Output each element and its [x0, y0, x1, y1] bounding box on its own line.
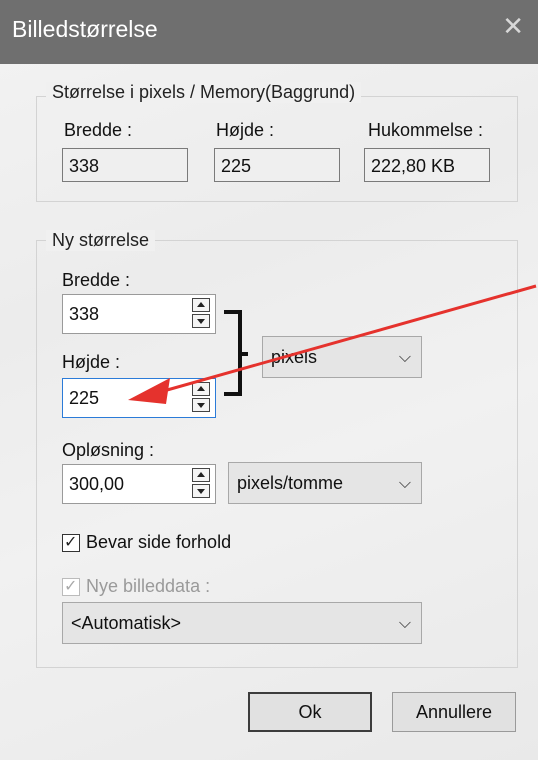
resample-select[interactable]: <Automatisk> ⌵ [62, 602, 422, 644]
keep-aspect-checkbox[interactable]: ✓ [62, 532, 80, 552]
memory-label: Hukommelse : [368, 120, 484, 140]
new-size-legend: Ny størrelse [46, 230, 156, 251]
keep-aspect-label[interactable]: Bevar side forhold [86, 532, 231, 553]
spin-up-icon[interactable] [192, 298, 210, 312]
resolution-unit-select[interactable]: pixels/tomme ⌵ [228, 462, 422, 504]
size-unit-value: pixels [271, 347, 318, 367]
spin-up-icon[interactable] [192, 382, 210, 396]
bracket-nub [238, 352, 248, 356]
resolution-stepper[interactable] [192, 468, 212, 500]
chevron-down-icon: ⌵ [398, 613, 411, 632]
new-image-data-label: Nye billeddata : [86, 576, 211, 596]
current-width-field: 338 [62, 148, 188, 182]
spin-up-icon[interactable] [192, 468, 210, 482]
title-bar: Billedstørrelse ✕ [0, 0, 538, 64]
resolution-label: Opløsning : [62, 440, 155, 460]
memory-field: 222,80 KB [364, 148, 490, 182]
checkmark-icon: ✓ [64, 532, 78, 551]
spin-down-icon[interactable] [192, 314, 210, 328]
new-height-label: Højde : [62, 352, 121, 372]
current-width-label: Bredde : [64, 120, 133, 140]
current-height-label: Højde : [216, 120, 275, 140]
size-memory-legend: Størrelse i pixels / Memory(Baggrund) [46, 82, 362, 103]
chevron-down-icon: ⌵ [398, 473, 411, 492]
current-height-field: 225 [214, 148, 340, 182]
checkmark-icon: ✓ [64, 576, 78, 595]
resolution-unit-value: pixels/tomme [237, 473, 344, 493]
spin-down-icon[interactable] [192, 484, 210, 498]
ok-button[interactable]: Ok [248, 692, 372, 732]
spin-down-icon[interactable] [192, 398, 210, 412]
new-image-data-checkbox: ✓ [62, 576, 80, 596]
new-height-stepper[interactable] [192, 382, 212, 414]
new-width-label: Bredde : [62, 270, 131, 290]
chevron-down-icon: ⌵ [398, 347, 411, 366]
window-title: Billedstørrelse [12, 16, 158, 42]
close-icon[interactable]: ✕ [502, 12, 524, 42]
resample-value: <Automatisk> [71, 613, 182, 633]
cancel-button[interactable]: Annullere [392, 692, 516, 732]
new-width-stepper[interactable] [192, 298, 212, 330]
size-unit-select[interactable]: pixels ⌵ [262, 336, 422, 378]
